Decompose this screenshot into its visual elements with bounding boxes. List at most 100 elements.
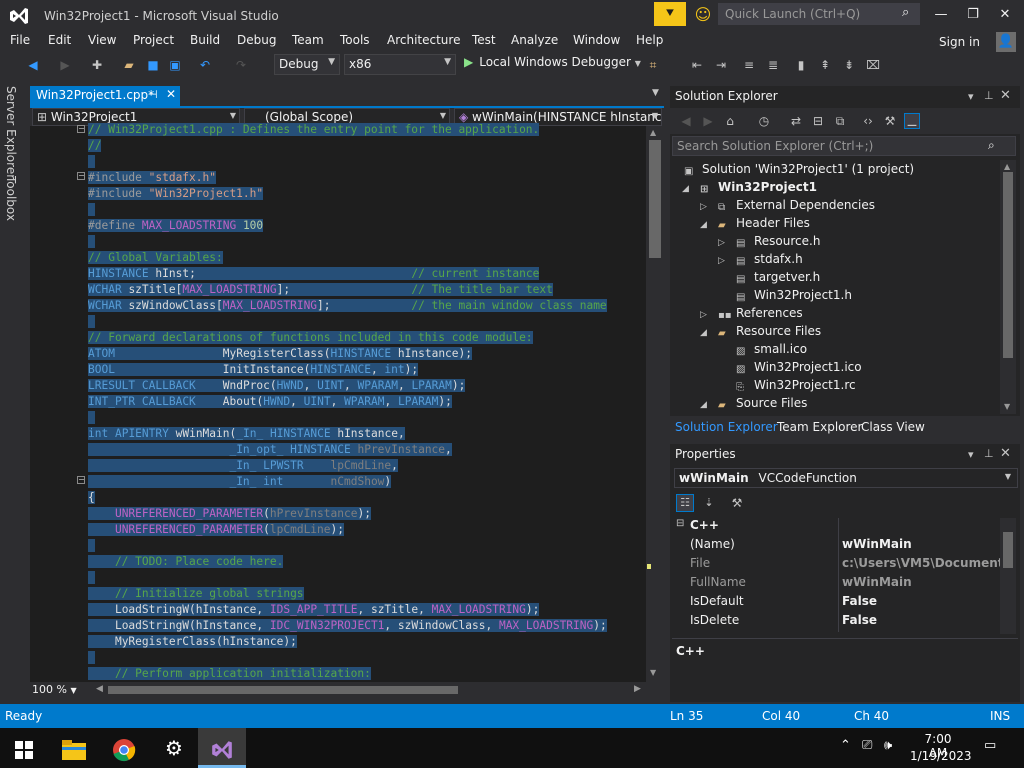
scroll-down-icon[interactable]: ▼ xyxy=(650,668,656,677)
find-in-files-icon[interactable]: ⌗ xyxy=(644,56,662,74)
scroll-up-icon[interactable]: ▲ xyxy=(650,128,656,137)
menu-project[interactable]: Project xyxy=(133,33,174,47)
code-line[interactable]: INT_PTR CALLBACK About(HWND, UINT, WPARA… xyxy=(88,394,452,409)
collapsed-arrow-icon[interactable]: ▷ xyxy=(718,238,725,248)
categorized-icon[interactable]: ☷ xyxy=(676,494,694,512)
code-line[interactable] xyxy=(88,570,95,585)
navigate-back-icon[interactable]: ◀ xyxy=(24,56,42,74)
chrome-icon[interactable] xyxy=(100,728,148,768)
tree-item-resource-h[interactable]: ▤ Resource.h xyxy=(736,234,820,250)
code-line[interactable]: // xyxy=(88,138,102,153)
property-value[interactable]: False xyxy=(842,613,1000,627)
menu-team[interactable]: Team xyxy=(292,33,324,47)
fold-collapse-icon[interactable]: − xyxy=(77,172,85,180)
save-all-icon[interactable]: ▣ xyxy=(166,56,184,74)
close-icon[interactable]: ✕ xyxy=(166,87,176,101)
code-line[interactable]: // TODO: Place code here. xyxy=(88,554,284,569)
notifications-icon[interactable]: ▭ xyxy=(984,738,996,753)
tree-item-win32project1-h[interactable]: ▤ Win32Project1.h xyxy=(736,288,852,304)
code-line[interactable]: // Forward declarations of functions inc… xyxy=(88,330,533,345)
menu-tools[interactable]: Tools xyxy=(340,33,370,47)
minimize-button[interactable]: — xyxy=(926,4,956,26)
panel-options-icon[interactable]: ▾ xyxy=(968,448,974,461)
forward-icon[interactable]: ▶ xyxy=(700,113,716,129)
close-icon[interactable]: ✕ xyxy=(1000,446,1011,461)
tree-item-win32project1-rc[interactable]: ⎘ Win32Project1.rc xyxy=(736,378,856,394)
menu-debug[interactable]: Debug xyxy=(237,33,276,47)
navigate-forward-icon[interactable]: ▶ xyxy=(56,56,74,74)
code-line[interactable]: #include "Win32Project1.h" xyxy=(88,186,264,201)
code-line[interactable]: // Initialize global strings xyxy=(88,586,304,601)
tree-item-references[interactable]: ▪▪ References xyxy=(718,306,803,322)
back-icon[interactable]: ◀ xyxy=(678,113,694,129)
previous-bookmark-icon[interactable]: ⇞ xyxy=(816,56,834,74)
save-icon[interactable]: ■ xyxy=(144,56,162,74)
tab-toolbox[interactable]: Toolbox xyxy=(4,176,18,221)
tree-item-solution[interactable]: ▣ Solution 'Win32Project1' (1 project) xyxy=(684,162,914,178)
search-icon[interactable]: ⌕ xyxy=(988,138,995,153)
uncomment-lines-icon[interactable]: ≣ xyxy=(764,56,782,74)
tab-team-explorer[interactable]: Team Explorer xyxy=(777,420,863,434)
scroll-left-icon[interactable]: ◀ xyxy=(96,684,103,694)
code-line[interactable]: MyRegisterClass(hInstance); xyxy=(88,634,297,649)
pin-icon[interactable]: ⊥ xyxy=(984,89,994,102)
pin-icon[interactable]: ⊥ xyxy=(984,447,994,460)
collapsed-arrow-icon[interactable]: ▷ xyxy=(718,256,725,266)
user-account-icon[interactable]: 👤 xyxy=(996,32,1016,52)
menu-build[interactable]: Build xyxy=(190,33,220,47)
maximize-button[interactable]: ❐ xyxy=(958,4,988,26)
volume-icon[interactable]: 🕪 xyxy=(884,738,892,753)
solution-search-input[interactable]: Search Solution Explorer (Ctrl+;) xyxy=(672,136,1016,156)
network-icon[interactable]: ⎚ xyxy=(862,738,872,753)
show-hidden-icons-icon[interactable]: ⌃ xyxy=(840,738,851,753)
panel-options-icon[interactable]: ▾ xyxy=(968,90,974,103)
code-line[interactable]: UNREFERENCED_PARAMETER(lpCmdLine); xyxy=(88,522,344,537)
solution-platform-dropdown[interactable]: x86 ▼ xyxy=(344,54,456,75)
close-icon[interactable]: ✕ xyxy=(1000,88,1011,103)
step-icon[interactable]: ⇤ xyxy=(688,56,706,74)
properties-object-selector[interactable]: wWinMain VCCodeFunction ▼ xyxy=(674,468,1018,488)
scroll-right-icon[interactable]: ▶ xyxy=(634,684,641,694)
sync-with-document-icon[interactable]: ⇄ xyxy=(788,113,804,129)
tab-server-explorer[interactable]: Server Explorer xyxy=(4,86,18,179)
fold-collapse-icon[interactable]: − xyxy=(77,125,85,133)
code-line[interactable]: BOOL InitInstance(HINSTANCE, int); xyxy=(88,362,419,377)
start-windows-icon[interactable] xyxy=(0,728,48,768)
tree-item-resource-files[interactable]: ▰ Resource Files xyxy=(718,324,821,340)
properties-category[interactable]: ⊟ C++ xyxy=(674,518,1000,537)
menu-help[interactable]: Help xyxy=(636,33,663,47)
property-pages-icon[interactable]: ⚒ xyxy=(728,494,746,512)
open-file-icon[interactable]: ▰ xyxy=(120,56,138,74)
tree-item-targetver-h[interactable]: ▤ targetver.h xyxy=(736,270,820,286)
tab-solution-explorer[interactable]: Solution Explorer xyxy=(675,420,778,434)
property-value[interactable]: False xyxy=(842,594,1000,608)
taskbar-clock-date[interactable]: 1/19/2023 xyxy=(910,749,972,763)
code-line[interactable]: #define MAX_LOADSTRING 100 xyxy=(88,218,264,233)
tab-class-view[interactable]: Class View xyxy=(861,420,925,434)
code-line[interactable]: // Global Variables: xyxy=(88,250,223,265)
code-line[interactable]: // Win32Project1.cpp : Defines the entry… xyxy=(88,122,540,137)
expanded-arrow-icon[interactable]: ◢ xyxy=(682,184,689,194)
menu-view[interactable]: View xyxy=(88,33,116,47)
tree-item-source-files[interactable]: ▰ Source Files xyxy=(718,396,807,412)
code-line[interactable]: UNREFERENCED_PARAMETER(hPrevInstance); xyxy=(88,506,371,521)
properties-wrench-icon[interactable]: ⚒ xyxy=(882,113,898,129)
expanded-arrow-icon[interactable]: ◢ xyxy=(700,220,707,230)
expanded-arrow-icon[interactable]: ◢ xyxy=(700,328,707,338)
next-bookmark-icon[interactable]: ⇟ xyxy=(840,56,858,74)
toggle-bookmark-icon[interactable]: ⇥ xyxy=(712,56,730,74)
code-line[interactable]: LRESULT CALLBACK WndProc(HWND, UINT, WPA… xyxy=(88,378,466,393)
expanded-arrow-icon[interactable]: ◢ xyxy=(700,400,707,410)
menu-analyze[interactable]: Analyze xyxy=(511,33,558,47)
tab-overflow-icon[interactable]: ▼ xyxy=(652,88,659,98)
file-explorer-icon[interactable] xyxy=(50,728,98,768)
menu-file[interactable]: File xyxy=(10,33,30,47)
property-value[interactable]: c:\Users\VM5\Documents\V xyxy=(842,556,1000,570)
editor-vertical-scroll-thumb[interactable] xyxy=(649,140,661,258)
tree-item-win32project1-ico[interactable]: ▨ Win32Project1.ico xyxy=(736,360,862,376)
property-row[interactable]: File c:\Users\VM5\Documents\V xyxy=(674,556,1000,575)
close-window-button[interactable]: ✕ xyxy=(990,4,1020,26)
code-line[interactable]: _In_ int nCmdShow) xyxy=(88,474,392,489)
scroll-down-icon[interactable]: ▼ xyxy=(1004,402,1010,411)
zoom-level-dropdown[interactable]: 100 % ▼ xyxy=(32,683,90,697)
